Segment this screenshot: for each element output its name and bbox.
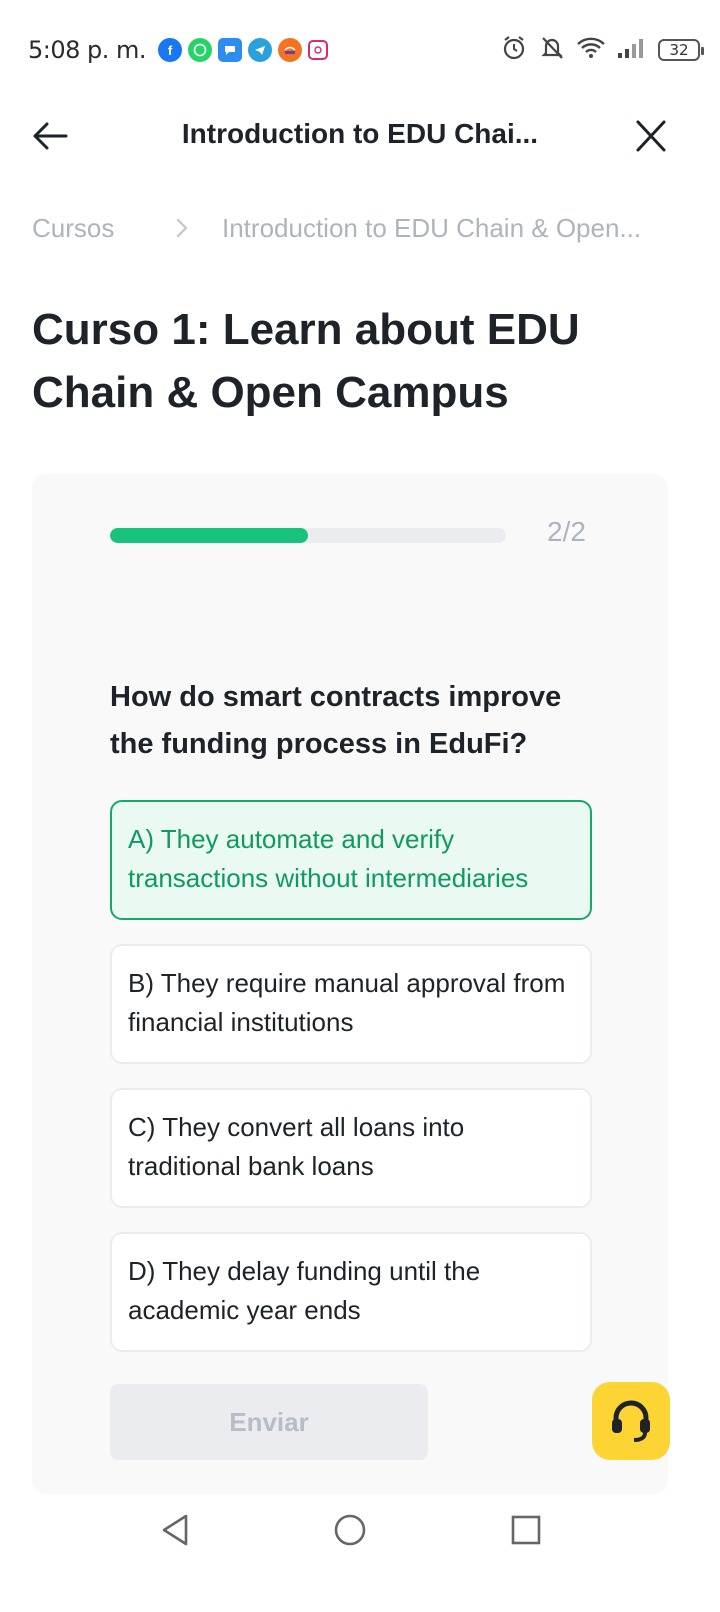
status-time: 5:08 p. m.: [28, 36, 147, 64]
wifi-icon: [576, 35, 606, 66]
progress-count: 2/2: [547, 516, 586, 547]
nav-home-icon[interactable]: [330, 1510, 370, 1550]
option-b[interactable]: B) They require manual approval from fin…: [110, 944, 592, 1064]
submit-button[interactable]: Enviar: [110, 1384, 428, 1460]
breadcrumb-cursos-link[interactable]: Cursos: [32, 213, 172, 244]
nav-recents-icon[interactable]: [506, 1510, 546, 1550]
app-icon: [278, 38, 303, 62]
option-d[interactable]: D) They delay funding until the academic…: [110, 1232, 592, 1352]
whatsapp-icon: [188, 38, 213, 62]
quiz-card: 2/2 How do smart contracts improve the f…: [32, 474, 670, 1494]
telegram-icon: [248, 38, 273, 62]
back-arrow-icon[interactable]: [30, 118, 70, 154]
battery-indicator: 32: [658, 39, 704, 61]
progress-fill: [110, 528, 308, 543]
screen: 5:08 p. m. f 32 Introduction to EDU Chai…: [0, 0, 720, 1612]
messenger-icon: [218, 38, 243, 62]
option-c[interactable]: C) They convert all loans into tradition…: [110, 1088, 592, 1208]
breadcrumb: Cursos Introduction to EDU Chain & Open.…: [32, 206, 700, 250]
progress-bar: [110, 528, 506, 543]
headset-icon: [606, 1394, 656, 1449]
notification-icons: f: [158, 38, 329, 62]
facebook-icon: f: [158, 38, 183, 62]
course-title: Curso 1: Learn about EDU Chain & Open Ca…: [32, 305, 580, 417]
system-nav-bar: [0, 1500, 720, 1560]
status-bar: 5:08 p. m. f 32: [28, 28, 704, 72]
mute-bell-icon: [538, 34, 566, 67]
alarm-icon: [500, 34, 528, 67]
instagram-icon: [308, 40, 329, 60]
option-a[interactable]: A) They automate and verify transactions…: [110, 800, 592, 920]
chevron-right-icon: [172, 216, 212, 240]
nav-back-icon[interactable]: [156, 1510, 196, 1550]
status-right: 32: [500, 34, 704, 67]
app-header: Introduction to EDU Chai...: [0, 100, 720, 172]
close-icon[interactable]: [630, 118, 670, 154]
breadcrumb-current: Introduction to EDU Chain & Open...: [222, 212, 642, 243]
question-text: How do smart contracts improve the fundi…: [110, 681, 562, 760]
header-title: Introduction to EDU Chai...: [181, 118, 539, 149]
support-button[interactable]: [592, 1382, 670, 1460]
signal-icon: [616, 37, 648, 64]
